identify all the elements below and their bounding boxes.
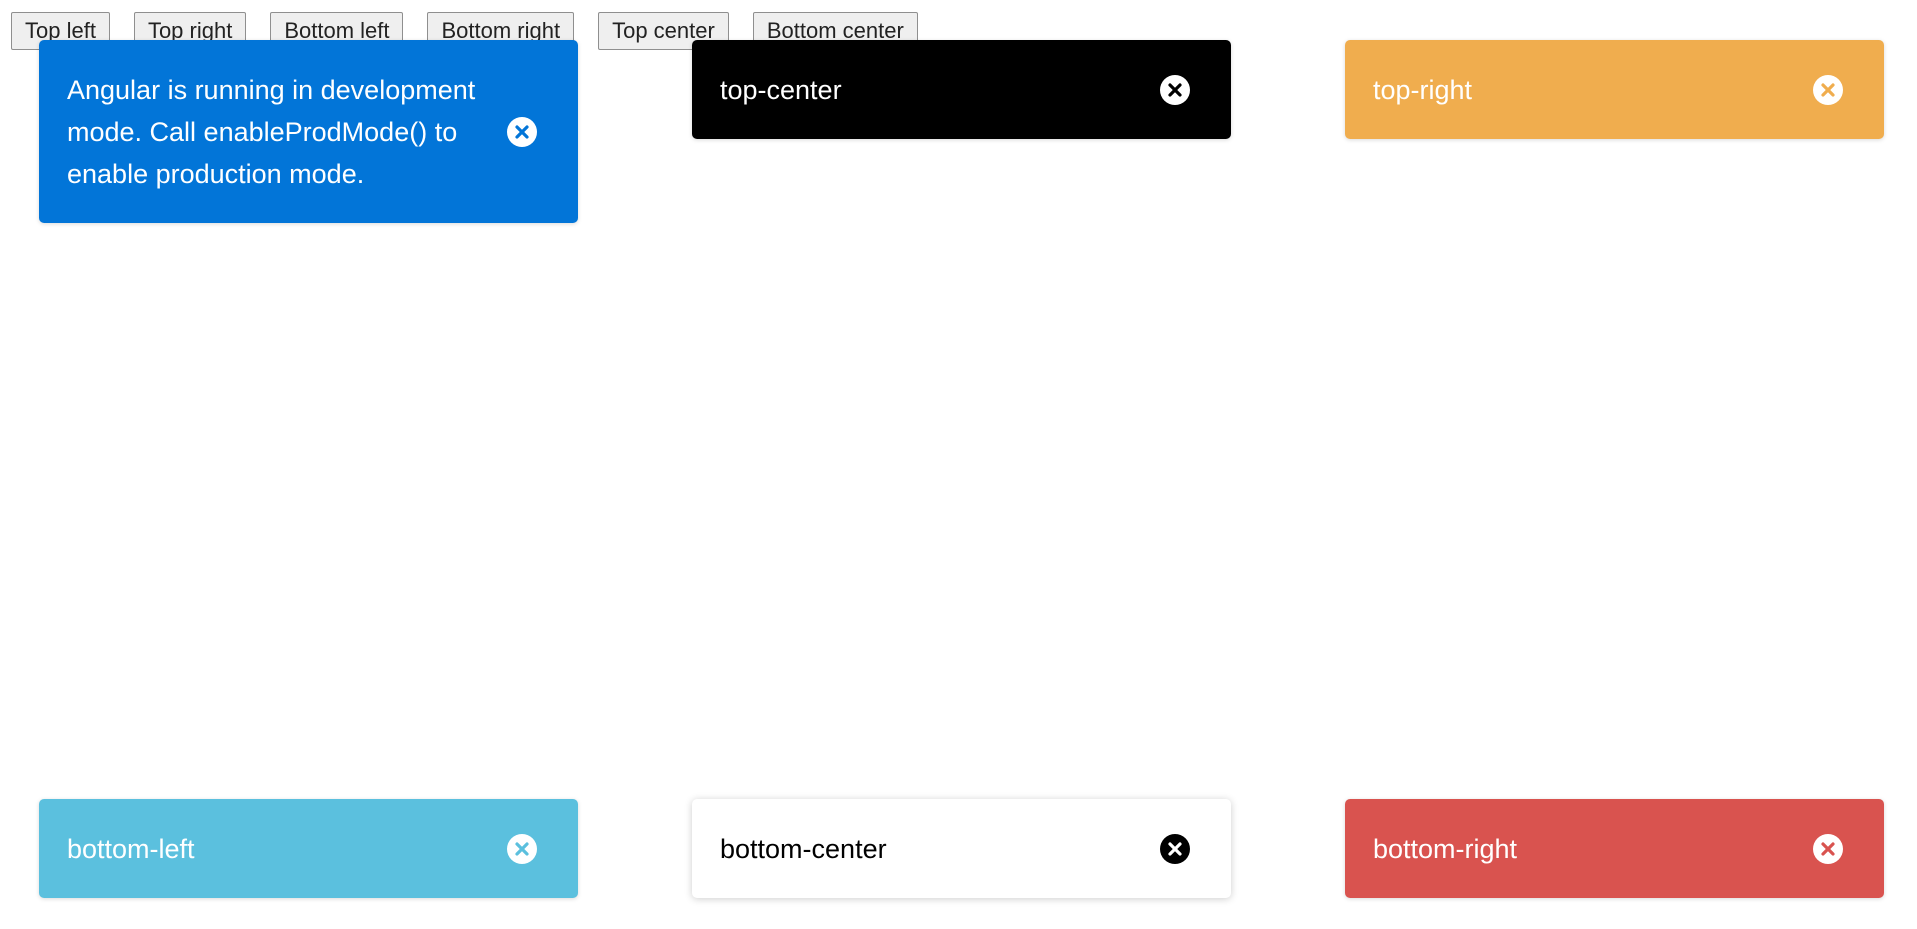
close-circle-icon[interactable] xyxy=(507,833,537,864)
close-circle-icon[interactable] xyxy=(1160,833,1190,864)
toast-message: bottom-right xyxy=(1373,833,1518,864)
toast-bottom-left[interactable]: bottom-left xyxy=(39,799,578,898)
toast-dev-mode[interactable]: Angular is running in development mode. … xyxy=(39,40,578,223)
toast-bottom-right[interactable]: bottom-right xyxy=(1345,799,1884,898)
close-circle-icon[interactable] xyxy=(507,116,537,147)
close-circle-icon[interactable] xyxy=(1160,74,1190,105)
toast-message: top-right xyxy=(1373,74,1473,105)
toast-top-center[interactable]: top-center xyxy=(692,40,1231,139)
page: Top left Top right Bottom left Bottom ri… xyxy=(0,0,1917,929)
toast-message: top-center xyxy=(720,74,842,105)
close-circle-icon[interactable] xyxy=(1813,833,1843,864)
toast-bottom-center[interactable]: bottom-center xyxy=(692,799,1231,898)
toast-message: bottom-center xyxy=(720,833,887,864)
close-circle-icon[interactable] xyxy=(1813,74,1843,105)
toast-top-right[interactable]: top-right xyxy=(1345,40,1884,139)
toast-message: Angular is running in development mode. … xyxy=(67,74,476,189)
toast-message: bottom-left xyxy=(67,833,195,864)
